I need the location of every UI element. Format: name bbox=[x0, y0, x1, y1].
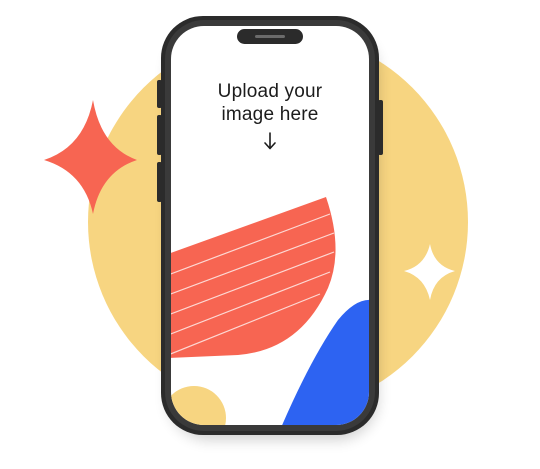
upload-prompt-line2: image here bbox=[221, 104, 319, 125]
upload-image-prompt[interactable]: Upload your image here bbox=[170, 80, 370, 152]
phone-illustration bbox=[44, 16, 468, 440]
phone-speaker bbox=[255, 35, 285, 38]
arrow-down-icon bbox=[264, 132, 276, 150]
upload-prompt-line1: Upload your bbox=[217, 81, 323, 102]
upload-illustration: Upload your image here bbox=[0, 0, 540, 469]
